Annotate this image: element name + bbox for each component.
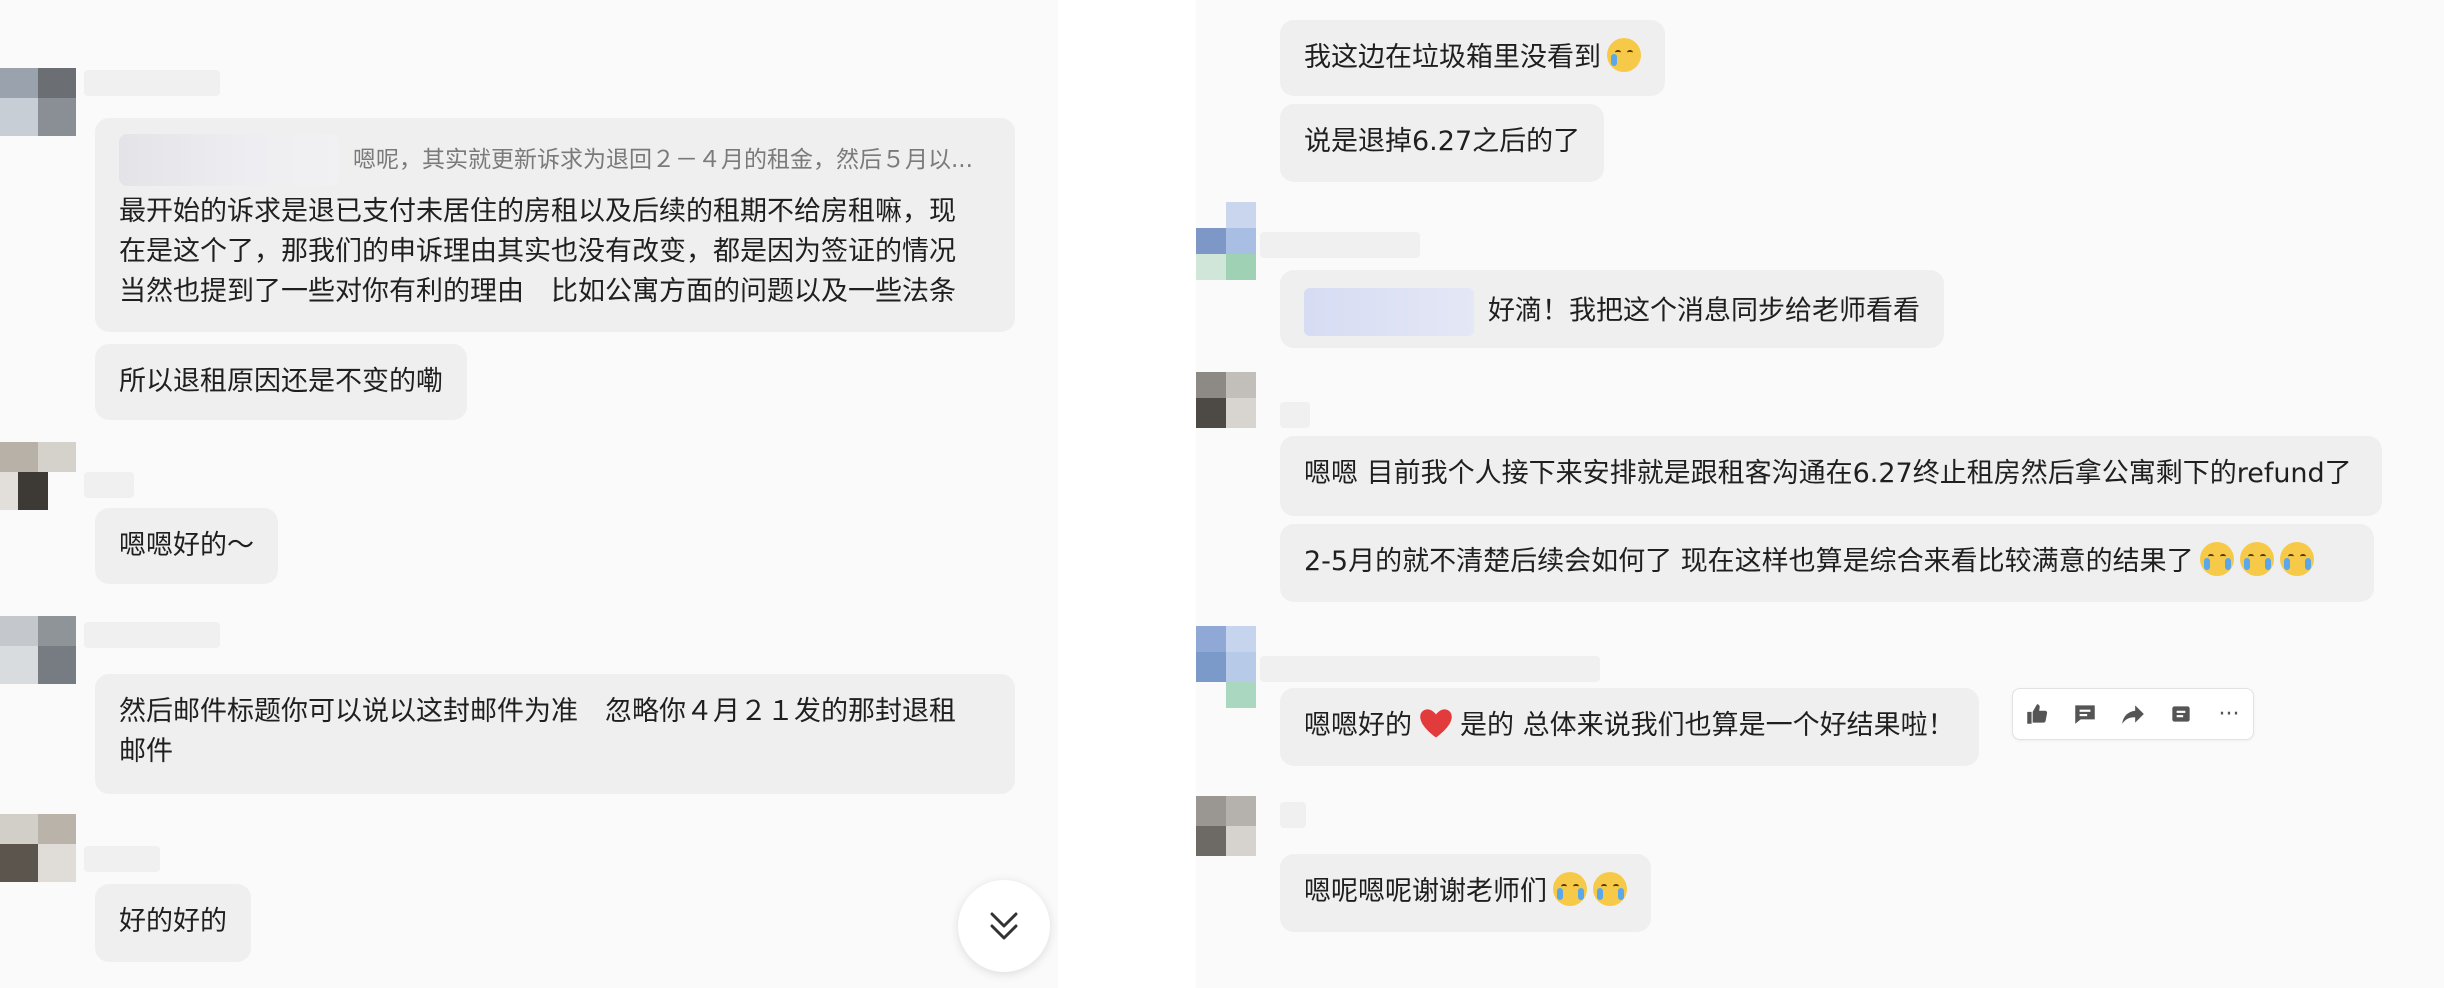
message-text: 好滴！我把这个消息同步给老师看看	[1488, 295, 1920, 327]
sender-name-redacted	[84, 472, 134, 498]
chat-panel-right: 我这边在垃圾箱里没看到 说是退掉6.27之后的了 好滴！我把这个消息同步给老师看…	[1196, 0, 2444, 988]
avatar[interactable]	[1196, 372, 1256, 456]
message-bubble[interactable]: 2-5月的就不清楚后续会如何了 现在这样也算是综合来看比较满意的结果了	[1280, 524, 2374, 602]
avatar[interactable]	[0, 442, 80, 522]
message-bubble[interactable]: 嗯嗯 目前我个人接下来安排就是跟租客沟通在6.27终止租房然后拿公寓剩下的ref…	[1280, 436, 2382, 516]
message-bubble[interactable]: 我这边在垃圾箱里没看到	[1280, 20, 1665, 96]
message-bubble[interactable]: 嗯呢，其实就更新诉求为退回２－４月的租金，然后５月以... 最开始的诉求是退已支…	[95, 118, 1015, 332]
more-icon: ···	[2218, 701, 2240, 727]
message-text: 说是退掉6.27之后的了	[1304, 126, 1581, 157]
forward-button[interactable]	[2111, 692, 2155, 736]
quoted-reply[interactable]: 嗯呢，其实就更新诉求为退回２－４月的租金，然后５月以...	[119, 134, 991, 186]
sender-name-redacted	[84, 70, 220, 96]
message-bubble[interactable]: 嗯呢嗯呢谢谢老师们	[1280, 854, 1651, 932]
avatar[interactable]	[0, 68, 80, 148]
forward-share-icon	[2122, 705, 2144, 724]
crying-face-emoji-icon	[2279, 542, 2314, 576]
message-text-line: 然后邮件标题你可以说以这封邮件为准 忽略你４月２１发的那封退租	[119, 696, 956, 727]
message-bubble[interactable]: 然后邮件标题你可以说以这封邮件为准 忽略你４月２１发的那封退租 邮件	[95, 674, 1015, 794]
message-text-line: 当然也提到了一些对你有利的理由 比如公寓方面的问题以及一些法条	[119, 276, 956, 307]
message-text: 嗯呢嗯呢谢谢老师们	[1304, 876, 1547, 907]
scroll-to-bottom-button[interactable]	[958, 880, 1050, 972]
double-chevron-down-icon	[990, 912, 1018, 940]
chat-panel-left: 嗯呢，其实就更新诉求为退回２－４月的租金，然后５月以... 最开始的诉求是退已支…	[0, 0, 1058, 988]
crying-face-emoji-icon	[2199, 542, 2234, 576]
message-text: 是的 总体来说我们也算是一个好结果啦！	[1460, 710, 1955, 741]
message-text: 嗯嗯 目前我个人接下来安排就是跟租客沟通在6.27终止租房然后拿公寓剩下的ref…	[1304, 458, 2352, 489]
more-options-button[interactable]: ···	[2207, 692, 2251, 736]
thumbs-up-icon	[2027, 704, 2048, 724]
crying-face-emoji-icon	[2239, 542, 2274, 576]
archive-icon	[2172, 706, 2190, 722]
message-text: 所以退租原因还是不变的嘞	[119, 366, 443, 397]
message-bubble[interactable]: 好的好的	[95, 884, 251, 962]
sender-name-redacted	[84, 846, 160, 872]
message-text: 2-5月的就不清楚后续会如何了 现在这样也算是综合来看比较满意的结果了	[1304, 546, 2194, 577]
comment-icon	[2075, 705, 2095, 724]
avatar[interactable]	[0, 814, 80, 898]
quoted-text: 嗯呢，其实就更新诉求为退回２－４月的租金，然后５月以...	[353, 147, 973, 173]
avatar[interactable]	[0, 616, 80, 696]
thumbs-up-button[interactable]	[2015, 692, 2059, 736]
avatar[interactable]	[1196, 626, 1256, 714]
sender-name-redacted	[1280, 402, 1310, 428]
avatar[interactable]	[1196, 202, 1256, 290]
message-text-line: 最开始的诉求是退已支付未居住的房租以及后续的租期不给房租嘛，现	[119, 196, 956, 227]
crying-face-emoji-icon	[1553, 872, 1587, 906]
avatar[interactable]	[1196, 796, 1256, 884]
message-bubble[interactable]: 所以退租原因还是不变的嘞	[95, 344, 467, 420]
message-text: 好的好的	[119, 906, 227, 937]
archive-button[interactable]	[2159, 692, 2203, 736]
message-bubble[interactable]: 嗯嗯好的 是的 总体来说我们也算是一个好结果啦！	[1280, 688, 1979, 766]
message-bubble[interactable]: 说是退掉6.27之后的了	[1280, 104, 1605, 182]
sender-name-redacted	[1260, 656, 1600, 682]
message-bubble[interactable]: 好滴！我把这个消息同步给老师看看	[1280, 270, 1944, 348]
sender-name-redacted	[1280, 802, 1306, 828]
message-text-line: 邮件	[119, 736, 173, 767]
red-heart-emoji-icon	[1420, 709, 1452, 738]
sender-name-redacted	[1260, 232, 1420, 258]
message-text: 我这边在垃圾箱里没看到	[1304, 42, 1601, 73]
sender-name-redacted	[84, 622, 220, 648]
message-text: 嗯嗯好的	[1304, 710, 1412, 741]
message-action-toolbar: ···	[2012, 688, 2254, 740]
message-bubble[interactable]: 嗯嗯好的～	[95, 508, 278, 584]
crying-face-emoji-icon	[1593, 872, 1627, 906]
quoted-sender-redacted	[119, 134, 339, 186]
message-text: 嗯嗯好的～	[119, 530, 254, 561]
crying-face-emoji-icon	[1607, 38, 1641, 72]
message-text-line: 在是这个了，那我们的申诉理由其实也没有改变，都是因为签证的情况	[119, 236, 956, 267]
comment-button[interactable]	[2063, 692, 2107, 736]
mention-redacted	[1304, 288, 1474, 336]
